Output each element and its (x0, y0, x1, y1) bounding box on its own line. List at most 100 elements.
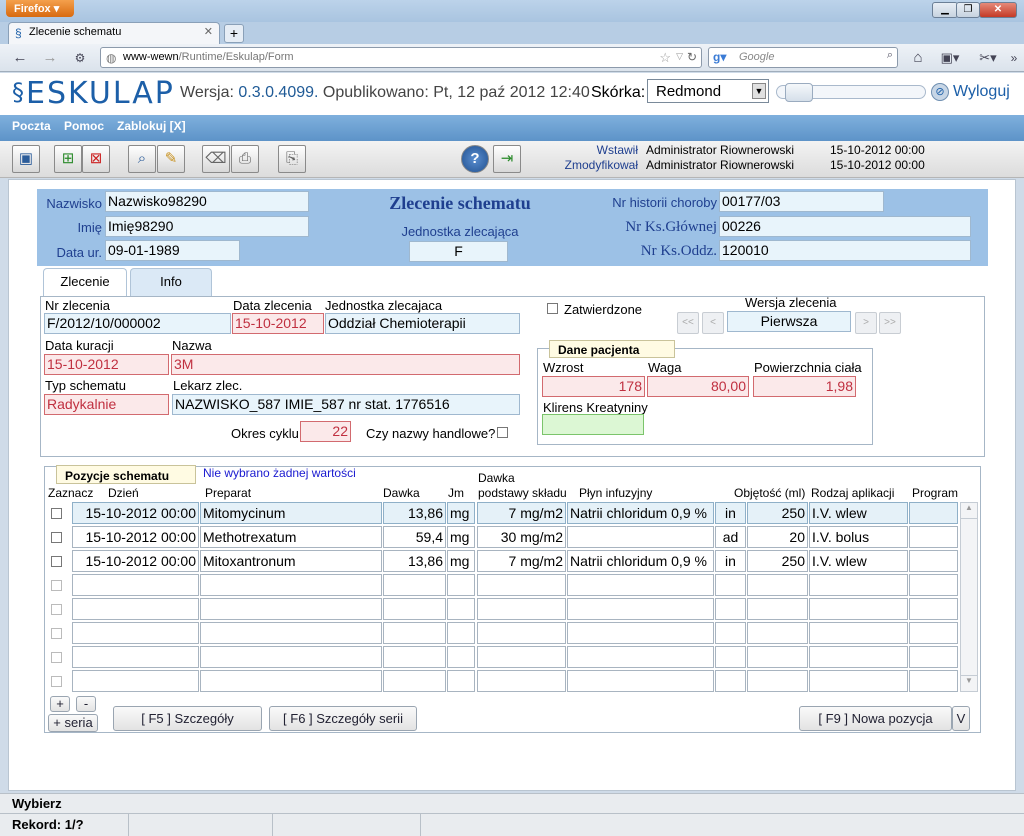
cell-day[interactable] (72, 670, 199, 692)
scroll-up-icon[interactable]: ▲ (961, 503, 977, 519)
cell-unit[interactable] (447, 574, 475, 596)
bookmark-star-icon[interactable]: ☆ (659, 50, 671, 66)
cell-mode[interactable]: in (715, 550, 746, 572)
details-button[interactable]: [ F5 ] Szczegóły (113, 706, 262, 731)
maximize-icon[interactable]: ❐ (956, 2, 980, 18)
cell-dose[interactable]: 59,4 (383, 526, 446, 548)
cell-drug[interactable] (200, 598, 382, 620)
order-date-field[interactable]: 15-10-2012 (232, 313, 324, 334)
cycle-field[interactable]: 22 (300, 421, 351, 442)
cell-program[interactable] (909, 646, 958, 668)
cell-drug[interactable] (200, 670, 382, 692)
cell-drug[interactable] (200, 646, 382, 668)
cell-unit[interactable]: mg (447, 502, 475, 524)
eraser-icon[interactable]: ⌫ (202, 145, 230, 173)
cell-fluid[interactable] (567, 526, 714, 548)
cell-volume[interactable]: 250 (747, 502, 808, 524)
cell-drug[interactable]: Mitoxantronum (200, 550, 382, 572)
zoom-slider[interactable] (776, 83, 926, 102)
cell-volume[interactable] (747, 622, 808, 644)
cell-base[interactable] (477, 598, 566, 620)
cell-dose[interactable] (383, 646, 446, 668)
treatment-date-field[interactable]: 15-10-2012 (44, 354, 169, 375)
cell-fluid[interactable] (567, 574, 714, 596)
cell-day[interactable] (72, 646, 199, 668)
cell-mode[interactable] (715, 670, 746, 692)
cell-base[interactable]: 30 mg/m2 (477, 526, 566, 548)
slider-handle[interactable] (785, 83, 813, 102)
menu-zablokuj[interactable]: Zablokuj [X] (117, 119, 186, 133)
home-icon[interactable]: ⌂ (908, 48, 928, 68)
cell-route[interactable] (809, 670, 908, 692)
cell-unit[interactable] (447, 622, 475, 644)
cell-unit[interactable]: mg (447, 526, 475, 548)
cell-route[interactable] (809, 598, 908, 620)
cell-volume[interactable]: 20 (747, 526, 808, 548)
order-nr-field[interactable]: F/2012/10/000002 (44, 313, 231, 334)
cell-day[interactable] (72, 598, 199, 620)
minimize-icon[interactable]: ▁ (932, 2, 958, 18)
cell-program[interactable] (909, 670, 958, 692)
menu-poczta[interactable]: Poczta (12, 119, 51, 133)
site-identity-icon[interactable]: ⚙ (70, 48, 90, 68)
cell-program[interactable] (909, 574, 958, 596)
reload-icon[interactable]: ↻ (687, 50, 697, 64)
cell-route[interactable]: I.V. wlew (809, 502, 908, 524)
cell-drug[interactable] (200, 622, 382, 644)
exit-icon[interactable]: ⇥ (493, 145, 521, 173)
more-options-button[interactable]: V (952, 706, 970, 731)
cell-mode[interactable] (715, 598, 746, 620)
row-select-checkbox[interactable] (51, 628, 62, 639)
grid-scrollbar[interactable]: ▲ ▼ (960, 502, 978, 692)
version-next-button[interactable]: > (855, 312, 877, 334)
trade-names-checkbox[interactable] (497, 427, 508, 438)
new-tab-button[interactable]: + (224, 24, 244, 43)
edit-icon[interactable]: ✎ (157, 145, 185, 173)
cell-program[interactable] (909, 502, 958, 524)
tab-info[interactable]: Info (130, 268, 212, 296)
cell-mode[interactable] (715, 622, 746, 644)
cell-volume[interactable] (747, 670, 808, 692)
help-icon[interactable]: ? (461, 145, 489, 173)
cell-dose[interactable] (383, 598, 446, 620)
cell-day[interactable]: 15-10-2012 00:00 (72, 526, 199, 548)
clearance-field[interactable] (542, 414, 644, 435)
menu-pomoc[interactable]: Pomoc (64, 119, 104, 133)
cell-fluid[interactable]: Natrii chloridum 0,9 % (567, 550, 714, 572)
schema-name-field[interactable]: 3M (171, 354, 520, 375)
row-select-checkbox[interactable] (51, 556, 62, 567)
cell-mode[interactable] (715, 574, 746, 596)
cell-volume[interactable] (747, 598, 808, 620)
cell-program[interactable] (909, 598, 958, 620)
cell-mode[interactable] (715, 646, 746, 668)
cell-day[interactable]: 15-10-2012 00:00 (72, 502, 199, 524)
logout-button[interactable]: ⊘ Wyloguj (931, 83, 1010, 101)
skin-select[interactable]: Redmond ▼ (647, 79, 769, 103)
dob-field[interactable]: 09-01-1989 (105, 240, 240, 261)
cell-program[interactable] (909, 550, 958, 572)
bsa-field[interactable]: 1,98 (753, 376, 856, 397)
cell-drug[interactable] (200, 574, 382, 596)
preview-icon[interactable]: ⌕ (128, 145, 156, 173)
cell-volume[interactable]: 250 (747, 550, 808, 572)
remove-row-button[interactable]: - (76, 696, 96, 712)
row-select-checkbox[interactable] (51, 676, 62, 687)
cell-unit[interactable] (447, 598, 475, 620)
height-field[interactable]: 178 (542, 376, 645, 397)
cell-day[interactable] (72, 622, 199, 644)
add-row-button[interactable]: + (50, 696, 70, 712)
cell-fluid[interactable] (567, 622, 714, 644)
cell-unit[interactable] (447, 670, 475, 692)
weight-field[interactable]: 80,00 (647, 376, 749, 397)
ward-book-field[interactable]: 120010 (719, 240, 971, 261)
print-icon[interactable]: ⎙ (231, 145, 259, 173)
cell-day[interactable] (72, 574, 199, 596)
cell-unit[interactable]: mg (447, 550, 475, 572)
cell-route[interactable] (809, 574, 908, 596)
firefox-menu-button[interactable]: Firefox ▾ (6, 0, 74, 17)
schema-type-field[interactable]: Radykalnie (44, 394, 169, 415)
version-prev-button[interactable]: < (702, 312, 724, 334)
add-row-icon[interactable]: ⊞ (54, 145, 82, 173)
cell-base[interactable] (477, 670, 566, 692)
cell-dose[interactable] (383, 670, 446, 692)
